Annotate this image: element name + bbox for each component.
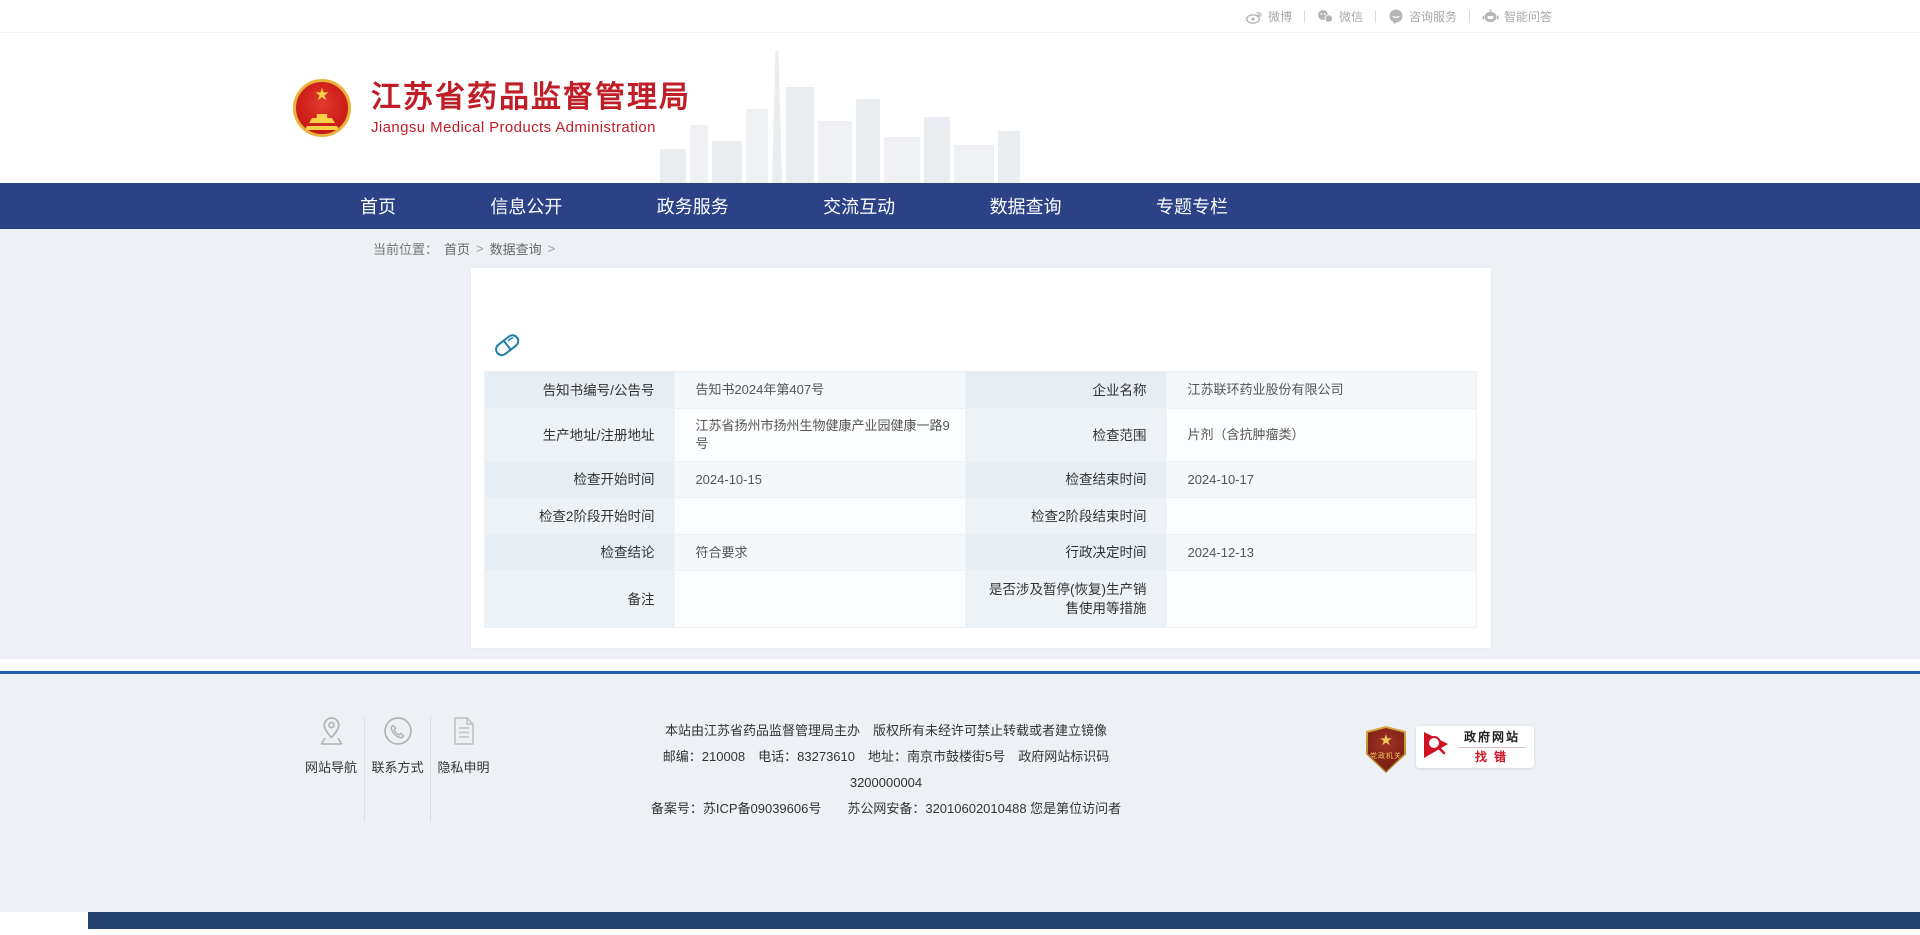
field-label: 检查2阶段结束时间 — [966, 498, 1167, 535]
field-label: 检查范围 — [966, 409, 1167, 462]
field-label: 检查2阶段开始时间 — [485, 498, 675, 535]
weibo-label: 微博 — [1268, 8, 1292, 25]
field-value: 2024-10-15 — [675, 462, 966, 498]
privacy-doc-icon — [433, 716, 494, 746]
consult-service-link[interactable]: 咨询服务 — [1388, 8, 1457, 25]
smart-qa-link[interactable]: 智能问答 — [1482, 8, 1552, 25]
divider — [1375, 10, 1376, 23]
footer-quick-links: 网站导航 联系方式 隐私申明 — [298, 716, 496, 822]
main-navigation: 首页 信息公开 政务服务 交流互动 数据查询 专题专栏 — [0, 183, 1920, 229]
field-value — [1167, 498, 1477, 535]
nav-item-home[interactable]: 首页 — [360, 193, 396, 219]
table-row: 告知书编号/公告号 告知书2024年第407号 企业名称 江苏联环药业股份有限公… — [485, 372, 1477, 409]
divider — [1469, 10, 1470, 23]
contact-label: 联系方式 — [367, 757, 428, 776]
field-label: 检查结论 — [485, 535, 675, 571]
consult-label: 咨询服务 — [1409, 8, 1457, 25]
field-label: 行政决定时间 — [966, 535, 1167, 571]
field-value: 告知书2024年第407号 — [675, 372, 966, 409]
bottom-navy-bar — [88, 912, 1920, 929]
wechat-label: 微信 — [1339, 8, 1363, 25]
footer-line-3: 备案号：苏ICP备09039606号 苏公网安备：32010602010488 … — [646, 796, 1126, 822]
privacy-link[interactable]: 隐私申明 — [430, 716, 496, 822]
breadcrumb-data-query-link[interactable]: 数据查询 — [490, 239, 542, 258]
field-value — [675, 498, 966, 535]
inspection-detail-table: 告知书编号/公告号 告知书2024年第407号 企业名称 江苏联环药业股份有限公… — [484, 371, 1477, 628]
shield-star-icon: ★ — [1379, 731, 1392, 751]
bottom-strip — [0, 912, 1920, 935]
weibo-icon — [1246, 9, 1263, 24]
field-value: 片剂（含抗肿瘤类） — [1167, 409, 1477, 462]
table-row: 检查结论 符合要求 行政决定时间 2024-12-13 — [485, 535, 1477, 571]
field-value: 2024-12-13 — [1167, 535, 1477, 571]
consult-icon — [1388, 9, 1404, 24]
breadcrumb: 当前位置： 首页 > 数据查询 > — [360, 229, 1560, 267]
party-gov-badge[interactable]: ★ 党政机关 — [1366, 726, 1406, 773]
table-row: 检查开始时间 2024-10-15 检查结束时间 2024-10-17 — [485, 462, 1477, 498]
site-title: 江苏省药品监督管理局 — [371, 81, 691, 115]
detail-card: 告知书编号/公告号 告知书2024年第407号 企业名称 江苏联环药业股份有限公… — [470, 267, 1492, 649]
top-utility-bar: 微博 微信 咨询服务 智能问答 — [0, 0, 1920, 33]
field-label: 检查结束时间 — [966, 462, 1167, 498]
contact-link[interactable]: 联系方式 — [364, 716, 430, 822]
nav-item-special-topics[interactable]: 专题专栏 — [1156, 193, 1228, 219]
breadcrumb-home-link[interactable]: 首页 — [444, 239, 470, 258]
wechat-link[interactable]: 微信 — [1317, 8, 1363, 25]
field-value: 江苏省扬州市扬州生物健康产业园健康一路9号 — [675, 409, 966, 462]
divider — [1304, 10, 1305, 23]
table-row: 检查2阶段开始时间 检查2阶段结束时间 — [485, 498, 1477, 535]
nav-item-interaction[interactable]: 交流互动 — [823, 193, 895, 219]
weibo-link[interactable]: 微博 — [1246, 8, 1292, 25]
field-label: 企业名称 — [966, 372, 1167, 409]
breadcrumb-strip: 当前位置： 首页 > 数据查询 > — [0, 229, 1920, 267]
field-value: 江苏联环药业股份有限公司 — [1167, 372, 1477, 409]
footer-line-1: 本站由江苏省药品监督管理局主办 版权所有未经许可禁止转载或者建立镜像 — [646, 718, 1126, 744]
table-row: 生产地址/注册地址 江苏省扬州市扬州生物健康产业园健康一路9号 检查范围 片剂（… — [485, 409, 1477, 462]
smart-qa-icon — [1482, 9, 1499, 24]
find-error-magnifier-icon — [1422, 729, 1452, 766]
content-area: 告知书编号/公告号 告知书2024年第407号 企业名称 江苏联环药业股份有限公… — [0, 267, 1920, 659]
site-map-link[interactable]: 网站导航 — [298, 716, 364, 822]
site-map-icon — [300, 716, 362, 746]
footer-info-text: 本站由江苏省药品监督管理局主办 版权所有未经许可禁止转载或者建立镜像 邮编：21… — [646, 716, 1126, 822]
field-label: 生产地址/注册地址 — [485, 409, 675, 462]
field-value — [1167, 571, 1477, 628]
site-map-label: 网站导航 — [300, 757, 362, 776]
footer-line-2: 邮编：210008 电话：83273610 地址：南京市鼓楼街5号 政府网站标识… — [646, 744, 1126, 796]
breadcrumb-prefix: 当前位置： — [373, 239, 438, 258]
gov-site-find-error-badge[interactable]: 政府网站 找错 — [1416, 726, 1534, 768]
footer-gap — [0, 659, 1920, 671]
field-value: 2024-10-17 — [1167, 462, 1477, 498]
phone-icon — [367, 716, 428, 746]
field-label: 备注 — [485, 571, 675, 628]
nav-item-gov-services[interactable]: 政务服务 — [657, 193, 729, 219]
national-emblem-logo: ★ — [293, 79, 351, 137]
nav-item-info-disclosure[interactable]: 信息公开 — [490, 193, 562, 219]
field-label: 告知书编号/公告号 — [485, 372, 675, 409]
field-value: 符合要求 — [675, 535, 966, 571]
smart-qa-label: 智能问答 — [1504, 8, 1552, 25]
field-label: 检查开始时间 — [485, 462, 675, 498]
field-label: 是否涉及暂停(恢复)生产销售使用等措施 — [966, 571, 1167, 628]
wechat-icon — [1317, 9, 1334, 24]
field-value — [675, 571, 966, 628]
site-footer: 网站导航 联系方式 隐私申明 本站由江苏省药品监督管理局主办 版权所有未经许可禁… — [0, 674, 1920, 912]
table-row: 备注 是否涉及暂停(恢复)生产销售使用等措施 — [485, 571, 1477, 628]
nav-item-data-query[interactable]: 数据查询 — [990, 193, 1062, 219]
pill-icon — [492, 330, 1477, 365]
site-header: ★ 江苏省药品监督管理局 Jiangsu Medical Products Ad… — [0, 33, 1920, 183]
site-subtitle: Jiangsu Medical Products Administration — [371, 119, 691, 136]
privacy-label: 隐私申明 — [433, 757, 494, 776]
